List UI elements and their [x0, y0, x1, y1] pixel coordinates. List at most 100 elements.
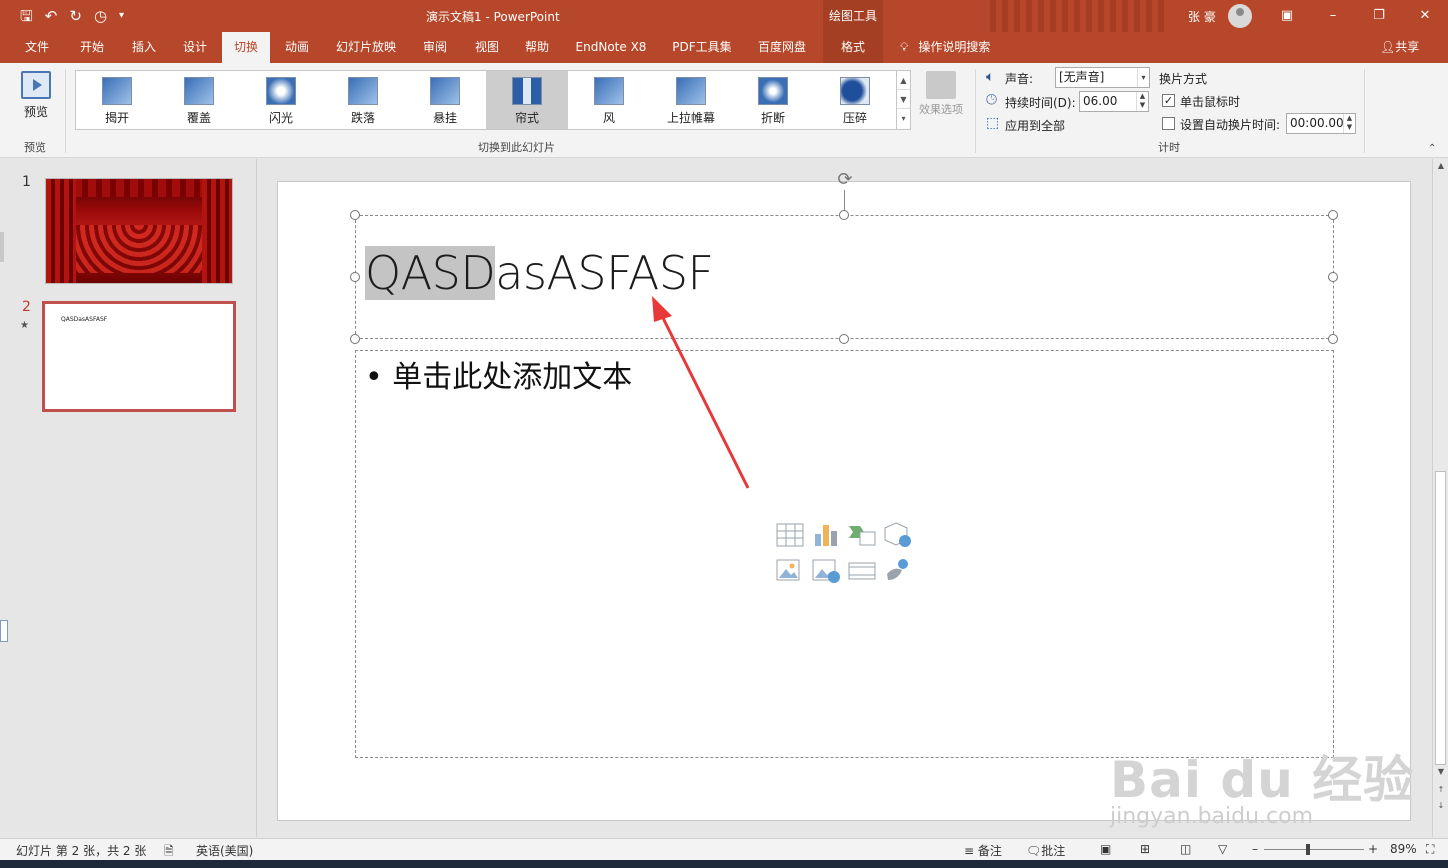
resize-handle[interactable]: [350, 272, 360, 282]
insert-chart-icon[interactable]: [812, 522, 840, 548]
transition-drape[interactable]: 悬挂: [404, 71, 486, 129]
selected-title-text[interactable]: QASD: [365, 246, 496, 300]
start-from-beginning-icon[interactable]: ◷: [94, 0, 107, 32]
zoom-in-icon[interactable]: +: [1368, 842, 1378, 856]
comments-button[interactable]: 🗨︎批注: [1026, 842, 1065, 859]
transition-fracture-icon: [758, 77, 788, 105]
gallery-scroll[interactable]: ▲ ▼ ▾: [897, 70, 911, 130]
tab-insert[interactable]: 插入: [120, 32, 168, 63]
tab-file[interactable]: 文件: [14, 32, 60, 63]
ribbon-tab-bar: 文件 开始 插入 设计 切换 动画 幻灯片放映 审阅 视图 帮助 EndNote…: [0, 32, 1448, 63]
rotate-handle-icon[interactable]: ⟳: [835, 170, 855, 190]
zoom-out-icon[interactable]: –: [1252, 842, 1258, 856]
share-button[interactable]: 👤︎共享: [1380, 32, 1419, 63]
group-divider: [975, 69, 976, 153]
body-placeholder-text[interactable]: • 单击此处添加文本: [365, 352, 632, 396]
tab-design[interactable]: 设计: [172, 32, 218, 63]
slide-sorter-icon[interactable]: ⊞: [1140, 842, 1150, 856]
transition-curtains[interactable]: 帘式: [486, 71, 568, 129]
slide-count-status: 幻灯片 第 2 张，共 2 张: [16, 844, 147, 858]
resize-handle[interactable]: [839, 210, 849, 220]
slide-thumbnail-2[interactable]: QASDasASFASF: [42, 301, 236, 412]
slideshow-icon[interactable]: ▽: [1218, 842, 1227, 856]
zoom-level[interactable]: 89%: [1390, 842, 1417, 856]
resize-handle[interactable]: [1328, 272, 1338, 282]
resize-handle[interactable]: [350, 334, 360, 344]
transition-uncover[interactable]: 揭开: [76, 71, 158, 129]
resize-handle[interactable]: [1328, 210, 1338, 220]
scroll-up-icon[interactable]: ▲: [1433, 159, 1448, 173]
reading-view-icon[interactable]: ◫: [1180, 842, 1191, 856]
redo-icon[interactable]: ↻: [69, 0, 82, 32]
gallery-up-icon[interactable]: ▲: [897, 71, 910, 90]
tab-animations[interactable]: 动画: [274, 32, 320, 63]
transition-flash[interactable]: 闪光: [240, 71, 322, 129]
baidu-jingyan-watermark: Bai du 经验 jingyan.baidu.com: [1110, 720, 1413, 830]
spin-icon[interactable]: ▲ ▼: [1136, 92, 1148, 111]
tab-help[interactable]: 帮助: [514, 32, 560, 63]
insert-table-icon[interactable]: [776, 522, 804, 548]
previous-slide-icon[interactable]: ↑: [1433, 783, 1448, 797]
tab-transitions[interactable]: 切换: [222, 32, 270, 63]
on-click-checkbox[interactable]: ✓: [1162, 94, 1175, 107]
slide-thumbnail-1[interactable]: [45, 178, 233, 284]
insert-picture-icon[interactable]: [776, 558, 804, 584]
gallery-more-icon[interactable]: ▾: [897, 109, 910, 128]
transition-cover[interactable]: 覆盖: [158, 71, 240, 129]
language-status[interactable]: 英语(美国): [196, 842, 253, 859]
title-bar: 🖫 ↶ ↻ ◷ ▾ 演示文稿1 - PowerPoint 绘图工具 张 豪 ▣ …: [0, 0, 1448, 32]
scroll-thumb[interactable]: [1435, 471, 1446, 765]
undo-icon[interactable]: ↶: [45, 0, 58, 32]
close-icon[interactable]: ✕: [1402, 0, 1448, 32]
sound-dropdown[interactable]: [无声音] ▾: [1055, 67, 1150, 88]
tab-baidu-netdisk[interactable]: 百度网盘: [750, 32, 814, 63]
tab-home[interactable]: 开始: [68, 32, 116, 63]
gallery-down-icon[interactable]: ▼: [897, 90, 910, 109]
fit-slide-icon[interactable]: ⛶: [1426, 842, 1434, 857]
transition-crush[interactable]: 压碎: [814, 71, 896, 129]
resize-handle[interactable]: [1328, 334, 1338, 344]
preview-button[interactable]: 预览: [14, 69, 58, 125]
after-checkbox[interactable]: [1162, 117, 1175, 130]
tab-review[interactable]: 审阅: [412, 32, 458, 63]
effect-options-button[interactable]: 效果选项: [914, 69, 968, 116]
resize-handle[interactable]: [839, 334, 849, 344]
spin-icon[interactable]: ▲ ▼: [1343, 114, 1355, 133]
zoom-slider[interactable]: [1264, 844, 1364, 855]
save-icon[interactable]: 🖫: [20, 0, 33, 32]
tab-endnote[interactable]: EndNote X8: [566, 32, 656, 63]
tab-view[interactable]: 视图: [464, 32, 510, 63]
apply-all-button[interactable]: 应用到全部: [1005, 117, 1065, 134]
avatar[interactable]: [1228, 4, 1252, 28]
insert-smartart-icon[interactable]: [848, 522, 876, 548]
ribbon-display-options-icon[interactable]: ▣: [1264, 0, 1310, 32]
minimize-icon[interactable]: –: [1310, 0, 1356, 32]
restore-icon[interactable]: ❐: [1356, 0, 1402, 32]
vertical-scrollbar[interactable]: ▲ ▼ ↑ ↓: [1432, 159, 1448, 837]
tab-slideshow[interactable]: 幻灯片放映: [328, 32, 404, 63]
collapse-ribbon-icon[interactable]: ⌃: [1428, 143, 1436, 154]
duration-stepper[interactable]: 06.00 ▲ ▼: [1079, 91, 1149, 112]
after-time-stepper[interactable]: 00:00.00 ▲ ▼: [1286, 113, 1356, 134]
insert-video-icon[interactable]: [848, 558, 876, 584]
resize-handle[interactable]: [350, 210, 360, 220]
normal-view-icon[interactable]: ▣: [1100, 842, 1111, 856]
user-name[interactable]: 张 豪: [1188, 8, 1216, 25]
scroll-down-icon[interactable]: ▼: [1433, 765, 1448, 779]
group-divider: [1364, 69, 1365, 153]
tab-format[interactable]: 格式: [823, 32, 883, 63]
next-slide-icon[interactable]: ↓: [1433, 799, 1448, 813]
transition-fracture[interactable]: 折断: [732, 71, 814, 129]
insert-online-picture-icon[interactable]: [812, 558, 840, 584]
tab-pdf-tools[interactable]: PDF工具集: [664, 32, 740, 63]
insert-3d-model-icon[interactable]: [884, 522, 912, 548]
zoom-slider-thumb[interactable]: [1305, 844, 1310, 855]
transition-fall-over[interactable]: 跌落: [322, 71, 404, 129]
tell-me-search[interactable]: 💡︎ 操作说明搜索: [900, 32, 990, 63]
transition-label: 覆盖: [186, 111, 211, 125]
insert-icons-icon[interactable]: [884, 558, 912, 584]
transition-prestige[interactable]: 上拉帷幕: [650, 71, 732, 129]
notes-button[interactable]: ≡ 备注: [964, 842, 1002, 859]
customize-qat-icon[interactable]: ▾: [119, 0, 124, 32]
transition-wind[interactable]: 风: [568, 71, 650, 129]
